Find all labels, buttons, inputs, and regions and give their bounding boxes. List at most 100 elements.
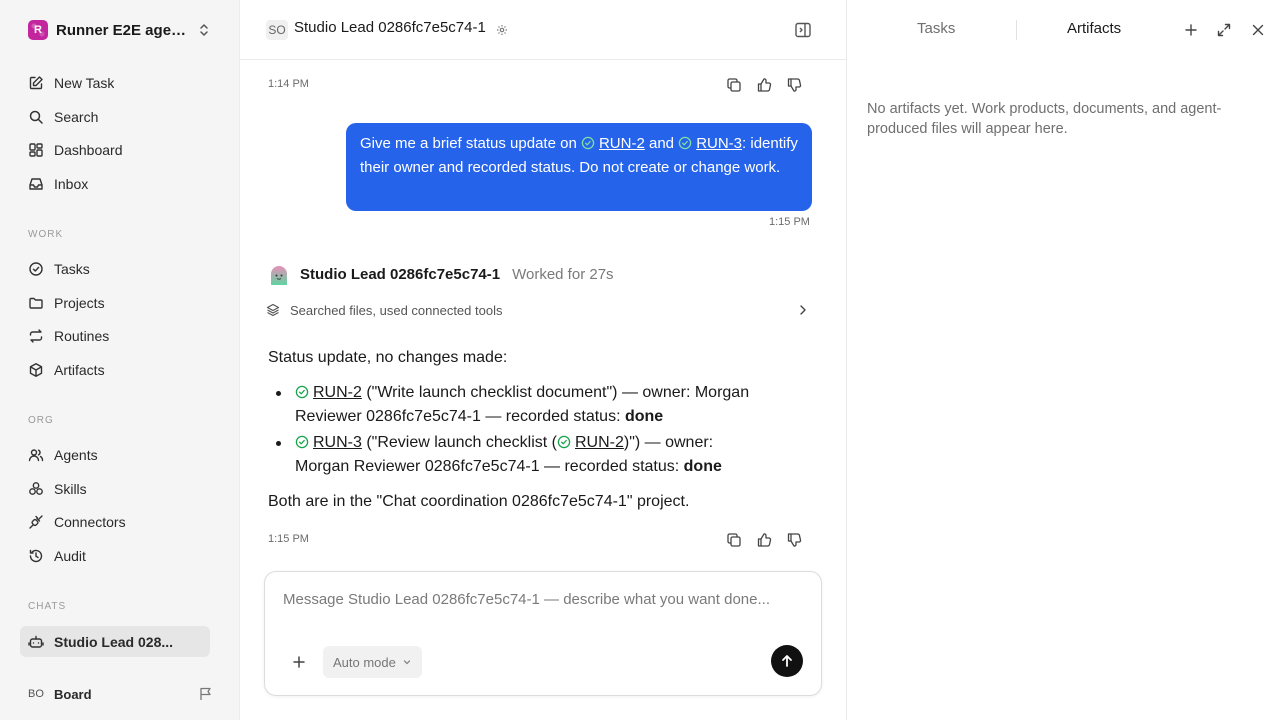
message-timestamp: 1:14 PM [268,78,309,90]
nav-label: Inbox [54,176,89,192]
chevron-right-icon [800,305,806,315]
agent-badge: SO [266,20,288,40]
user-menu[interactable]: BO Board [28,683,214,705]
nav-label: Connectors [54,514,126,530]
worked-duration: Worked for 27s [512,265,614,283]
inbox-icon [29,178,43,190]
list-item-text: ("Review launch checklist ( [361,434,557,451]
nav-label: Dashboard [54,142,123,158]
thumbs-up-icon[interactable] [756,532,772,548]
plug-icon [29,515,43,529]
nav-skills[interactable]: Skills [20,474,210,504]
expand-icon[interactable] [1216,22,1232,38]
repeat-icon [29,329,43,343]
nav-audit[interactable]: Audit [20,541,210,571]
tool-usage-summary[interactable]: Searched files, used connected tools [266,300,812,320]
panel-toggle-icon[interactable] [794,21,812,39]
message-composer: Auto mode [264,571,822,696]
copy-icon[interactable] [726,532,742,548]
plus-icon[interactable] [291,654,307,670]
mode-label: Auto mode [333,654,396,670]
chat-item-label: Studio Lead 028... [54,633,174,650]
message-timestamp: 1:15 PM [769,216,810,228]
close-icon[interactable] [1250,22,1266,38]
chat-header: SO Studio Lead 0286fc7e5c74-1 [240,0,846,60]
check-circle-icon [581,136,595,150]
folder-icon [29,297,43,309]
box-icon [29,363,43,377]
thumbs-down-icon[interactable] [786,77,802,93]
nav-search[interactable]: Search [20,102,210,132]
assistant-name: Studio Lead 0286fc7e5c74-1 [300,265,501,283]
workspace-switcher[interactable]: R Runner E2E agen... [28,20,214,40]
nav-connectors[interactable]: Connectors [20,507,210,537]
nav-tasks[interactable]: Tasks [20,254,210,284]
gear-icon[interactable] [496,24,508,36]
task-link-run-3[interactable]: RUN-3 [696,135,742,152]
nav-routines[interactable]: Routines [20,321,210,351]
task-link-run-2[interactable]: RUN-2 [313,384,362,401]
chat-title: Studio Lead 0286fc7e5c74-1 [294,19,486,36]
nav-artifacts[interactable]: Artifacts [20,355,210,385]
nav-label: Routines [54,328,110,344]
thumbs-up-icon[interactable] [756,77,772,93]
user-name: Board [54,686,92,702]
list-item: RUN-3 ("Review launch checklist (RUN-2)"… [268,431,768,479]
avatar: BO [28,688,44,700]
plus-icon[interactable] [1183,22,1199,38]
message-input[interactable] [283,591,803,608]
assistant-intro: Status update, no changes made: [268,349,508,366]
skills-icon [29,482,43,495]
tab-tasks[interactable]: Tasks [917,20,955,37]
section-label-org: ORG [28,415,54,426]
arrow-up-icon [782,655,792,667]
nav-label: Artifacts [54,362,105,378]
message-timestamp: 1:15 PM [268,533,309,545]
agent-avatar [268,263,290,285]
list-item: RUN-2 ("Write launch checklist document"… [268,381,768,429]
nav-dashboard[interactable]: Dashboard [20,135,210,165]
tool-usage-label: Searched files, used connected tools [290,302,503,318]
task-link-run-3[interactable]: RUN-3 [313,434,362,451]
status-value: done [683,458,722,475]
sidebar: R Runner E2E agen... New Task Search Das… [0,0,240,720]
tab-divider [1016,20,1017,40]
send-button[interactable] [771,645,803,677]
check-circle-icon [29,262,43,276]
user-message-bubble: Give me a brief status update on RUN-2 a… [346,123,812,211]
bot-icon [28,635,44,648]
thumbs-down-icon[interactable] [786,532,802,548]
task-link-run-2[interactable]: RUN-2 [575,434,624,451]
nav-label: New Task [54,75,115,91]
nav-inbox[interactable]: Inbox [20,169,210,199]
check-circle-icon [295,435,309,449]
check-circle-icon [295,385,309,399]
copy-icon[interactable] [726,77,742,93]
status-value: done [624,408,664,425]
assistant-header: Studio Lead 0286fc7e5c74-1 Worked for 27… [268,263,614,285]
task-link-run-2[interactable]: RUN-2 [599,135,645,152]
nav-projects[interactable]: Projects [20,288,210,318]
layers-icon [266,303,280,317]
mode-selector[interactable]: Auto mode [323,646,422,678]
artifacts-panel: Tasks Artifacts No artifacts yet. Work p… [846,0,1280,720]
nav-agents[interactable]: Agents [20,440,210,470]
nav-label: Agents [54,447,98,463]
nav-label: Skills [54,481,87,497]
message-text: Give me a brief status update on [360,135,581,152]
nav-label: Tasks [54,261,90,277]
message-actions [726,77,802,93]
workspace-logo: R [28,20,48,40]
chat-item-studio-lead[interactable]: Studio Lead 028... [20,626,210,657]
nav-label: Projects [54,295,105,311]
nav-new-task[interactable]: New Task [20,68,210,98]
flag-icon[interactable] [198,686,214,702]
chevron-up-down-icon[interactable] [198,22,210,38]
check-circle-icon [678,136,692,150]
users-icon [28,449,44,462]
nav-label: Audit [54,548,86,564]
tab-artifacts[interactable]: Artifacts [1067,20,1121,37]
search-icon [29,110,43,124]
message-text: and [644,135,679,152]
message-actions [726,532,802,548]
